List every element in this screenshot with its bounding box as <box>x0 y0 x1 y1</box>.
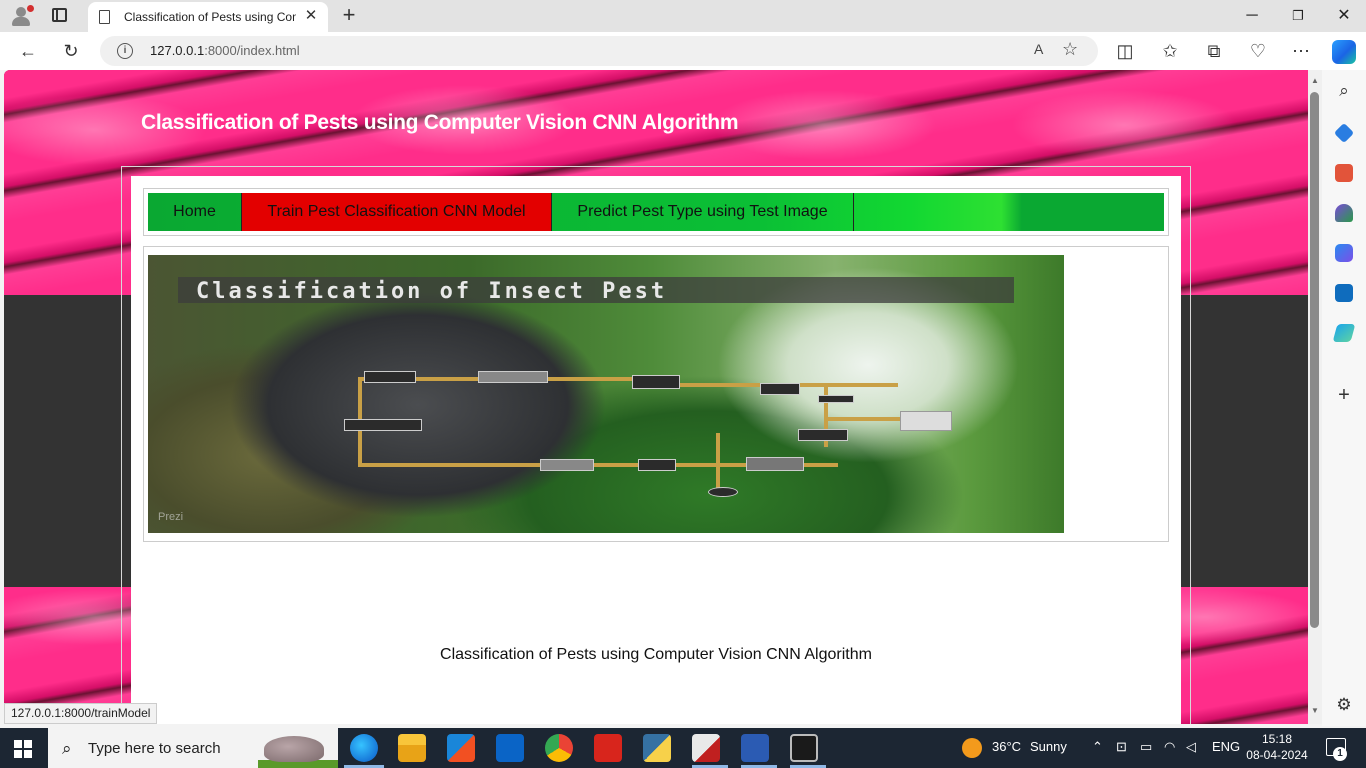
page-viewport: Classification of Pests using Computer V… <box>4 70 1308 724</box>
search-highlight-hippo-icon <box>264 736 324 762</box>
diagram-node <box>708 487 738 497</box>
read-aloud-icon[interactable]: A <box>1034 41 1043 57</box>
link-status-tooltip: 127.0.0.1:8000/trainModel <box>4 703 158 724</box>
clock-date: 08-04-2024 <box>1246 748 1308 762</box>
collections-icon[interactable]: ⧉ <box>1201 38 1227 64</box>
settings-more-button[interactable]: ⋯ <box>1288 38 1314 64</box>
weather-sun-icon[interactable] <box>962 738 982 758</box>
copilot-icon[interactable] <box>1335 244 1353 262</box>
url-path: :8000/index.html <box>204 43 300 58</box>
add-favorite-icon[interactable]: ☆ <box>1062 39 1078 60</box>
diagram-node <box>760 383 800 395</box>
split-screen-icon[interactable]: ◫ <box>1112 38 1138 64</box>
send-icon[interactable] <box>1332 324 1356 342</box>
edge-sidebar: ⌕ + ⚙ <box>1322 70 1366 726</box>
scrollbar-thumb[interactable] <box>1310 92 1319 628</box>
banner-title: Classification of Insect Pest <box>196 279 668 304</box>
tab-bar: Classification of Pests using Com ✕ + ─ … <box>0 0 1366 32</box>
main-content: Home Train Pest Classification CNN Model… <box>131 176 1181 724</box>
diagram-node <box>746 457 804 471</box>
search-icon: ⌕ <box>62 739 72 758</box>
word-icon[interactable] <box>741 734 769 762</box>
page-document-icon <box>99 10 110 24</box>
nav-predict-link[interactable]: Predict Pest Type using Test Image <box>552 193 854 231</box>
page-scrollbar[interactable]: ▲ ▼ <box>1308 70 1322 724</box>
language-indicator[interactable]: ENG <box>1212 739 1240 754</box>
url-host: 127.0.0.1 <box>150 43 205 58</box>
volume-icon[interactable]: ◁ <box>1186 739 1196 755</box>
weather-temperature[interactable]: 36°C <box>992 739 1021 754</box>
favorites-icon[interactable]: ✩ <box>1157 38 1183 64</box>
search-icon[interactable]: ⌕ <box>1335 82 1353 100</box>
meet-now-icon[interactable]: ⊡ <box>1116 739 1127 755</box>
nav-home-link[interactable]: Home <box>148 193 241 231</box>
scroll-down-arrow-icon[interactable]: ▼ <box>1311 706 1319 715</box>
weather-condition[interactable]: Sunny <box>1030 739 1067 754</box>
nav-train-model-link[interactable]: Train Pest Classification CNN Model <box>241 193 552 231</box>
taskbar-search-placeholder: Type here to search <box>88 740 221 757</box>
nav-container: Home Train Pest Classification CNN Model… <box>143 188 1169 236</box>
page-title: Classification of Pests using Computer V… <box>141 111 739 134</box>
diagram-node <box>478 371 548 383</box>
games-icon[interactable] <box>1335 204 1353 222</box>
refresh-button[interactable]: ↻ <box>58 38 84 64</box>
file-explorer-icon[interactable] <box>398 734 426 762</box>
terminal-icon[interactable] <box>790 734 818 762</box>
scroll-up-arrow-icon[interactable]: ▲ <box>1311 76 1319 85</box>
diagram-wire <box>828 417 904 421</box>
notification-count-badge: 1 <box>1333 747 1347 761</box>
copilot-icon[interactable] <box>1332 40 1356 64</box>
diagram-node <box>818 395 854 403</box>
diagram-node <box>638 459 676 471</box>
windows-start-icon[interactable] <box>14 740 32 758</box>
diagram-node <box>798 429 848 441</box>
store-icon[interactable] <box>447 734 475 762</box>
back-button[interactable]: ← <box>15 38 41 64</box>
tab-close-button[interactable]: ✕ <box>302 7 320 25</box>
banner-image: Classification of Insect Pest Prezi <box>148 255 1064 533</box>
diagram-node <box>344 419 422 431</box>
paint-icon[interactable] <box>692 734 720 762</box>
toolbox-icon[interactable] <box>1335 164 1353 182</box>
profile-avatar-icon[interactable] <box>10 5 34 27</box>
show-hidden-icons-icon[interactable]: ⌃ <box>1092 739 1103 755</box>
tab-title: Classification of Pests using Com <box>124 10 296 24</box>
diagram-wire <box>716 433 720 491</box>
banner-container: Classification of Insect Pest Prezi <box>143 246 1169 542</box>
new-tab-button[interactable]: + <box>338 4 360 26</box>
mail-icon[interactable] <box>496 734 524 762</box>
battery-icon[interactable]: ▭ <box>1140 739 1152 755</box>
browser-toolbar: ← ↻ i 127.0.0.1:8000/index.html A ☆ ◫ ✩ … <box>0 32 1366 70</box>
banner-watermark: Prezi <box>158 511 184 523</box>
main-nav: Home Train Pest Classification CNN Model… <box>148 193 1164 231</box>
chrome-icon[interactable] <box>545 734 573 762</box>
browser-essentials-icon[interactable]: ♡ <box>1245 38 1271 64</box>
window-close-button[interactable]: ✕ <box>1330 4 1358 28</box>
edge-icon[interactable] <box>350 734 378 762</box>
maximize-button[interactable]: ❐ <box>1284 4 1312 28</box>
wifi-icon[interactable]: ◠ <box>1164 739 1175 755</box>
address-bar[interactable]: i 127.0.0.1:8000/index.html A ☆ <box>100 36 1098 66</box>
clock-time: 15:18 <box>1261 732 1293 746</box>
outlook-icon[interactable] <box>1335 284 1353 302</box>
acrobat-icon[interactable] <box>594 734 622 762</box>
windows-taskbar: ⌕ Type here to search 36°C Sunny ⌃ ⊡ ▭ ◠… <box>0 728 1366 768</box>
minimize-button[interactable]: ─ <box>1238 4 1266 28</box>
system-clock[interactable]: 15:18 08-04-2024 <box>1244 731 1310 763</box>
taskbar-search-box[interactable]: ⌕ Type here to search <box>48 728 338 768</box>
settings-icon[interactable]: ⚙ <box>1335 696 1353 714</box>
python-icon[interactable] <box>643 734 671 762</box>
site-info-icon[interactable]: i <box>117 43 133 59</box>
tab-actions-icon[interactable] <box>52 8 67 22</box>
shopping-tag-icon[interactable] <box>1333 122 1355 144</box>
browser-tab[interactable]: Classification of Pests using Com ✕ <box>88 2 328 32</box>
diagram-node <box>632 375 680 389</box>
diagram-node <box>364 371 416 383</box>
diagram-output-grid <box>900 411 952 431</box>
add-icon[interactable]: + <box>1335 385 1353 405</box>
diagram-node <box>540 459 594 471</box>
url-text[interactable]: 127.0.0.1:8000/index.html <box>150 43 300 58</box>
page-subtitle: Classification of Pests using Computer V… <box>440 646 872 663</box>
